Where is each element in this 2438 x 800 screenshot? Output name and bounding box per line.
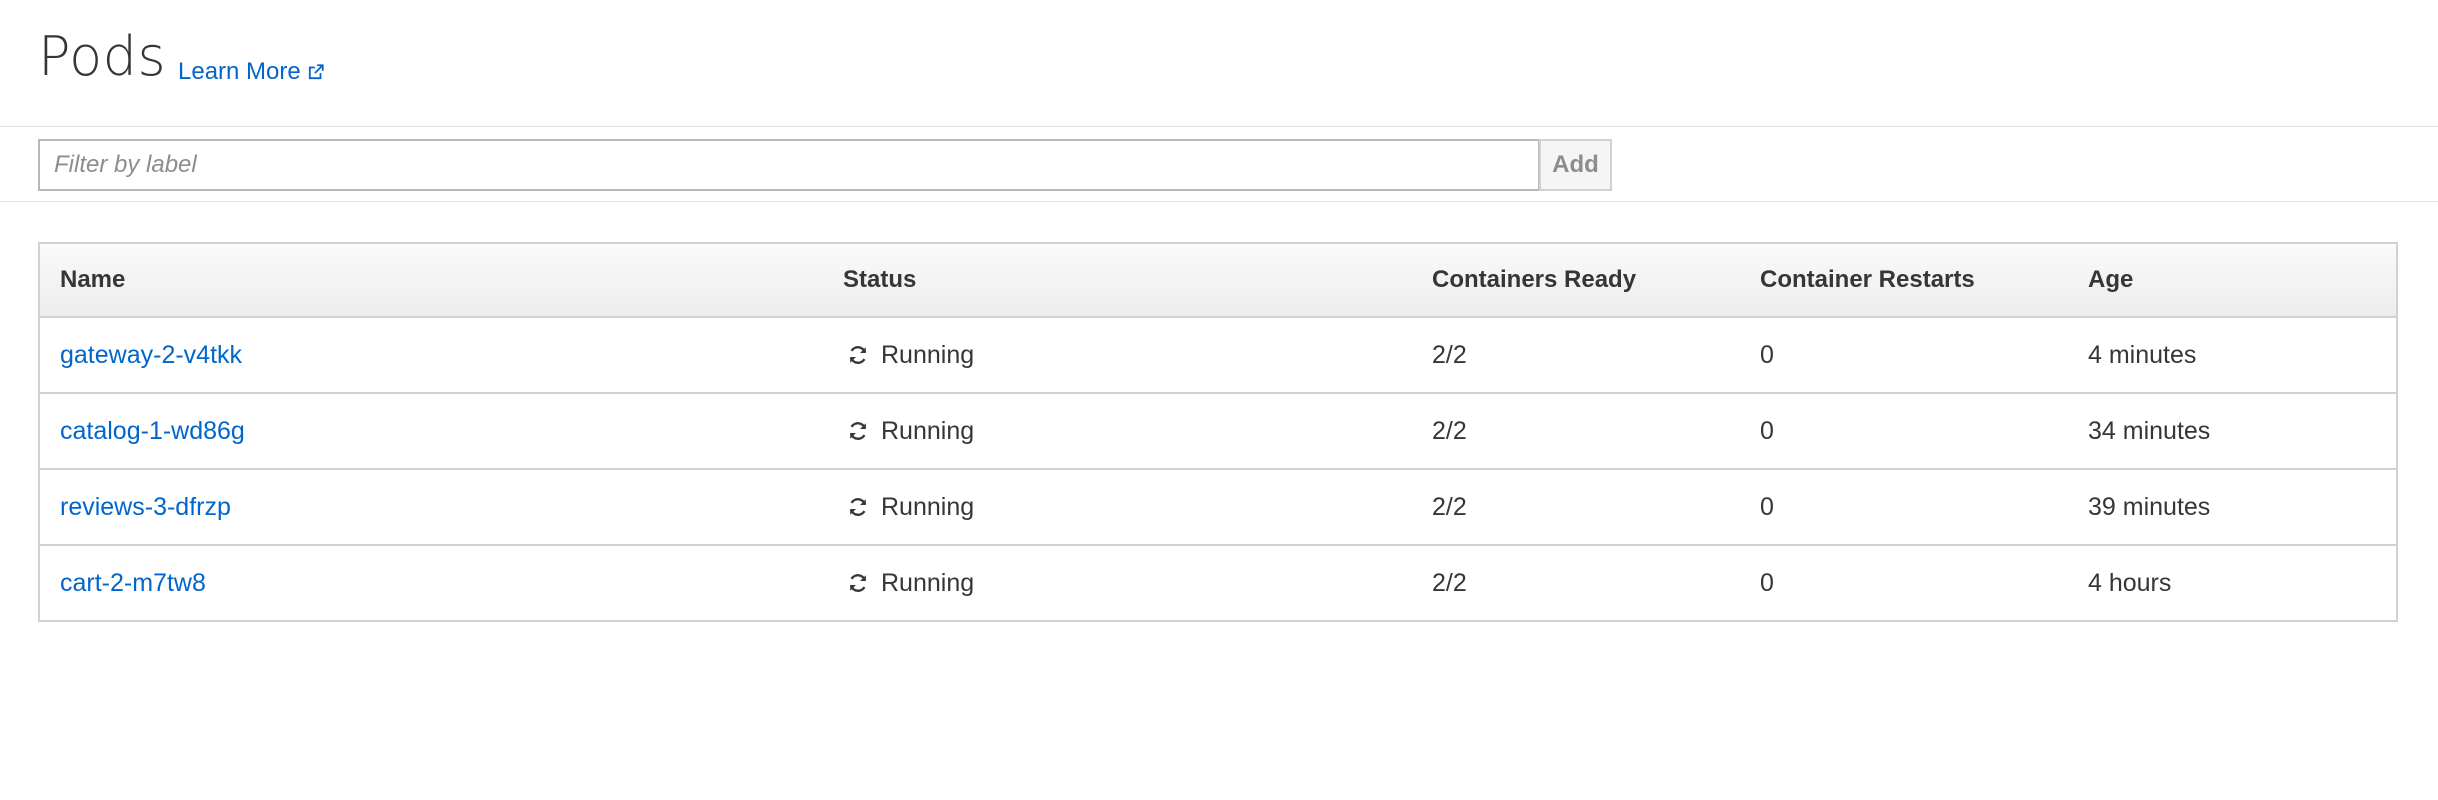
pod-name-link[interactable]: cart-2-m7tw8 (60, 569, 206, 597)
containers-ready-cell: 2/2 (1412, 469, 1740, 546)
container-restarts-cell: 0 (1740, 393, 2068, 470)
page-header: Pods Learn More (0, 0, 2438, 127)
pod-status-label: Running (881, 492, 975, 521)
column-header-containers-ready[interactable]: Containers Ready (1412, 243, 1740, 318)
container-restarts-cell: 0 (1740, 469, 2068, 546)
pod-name-cell: gateway-2-v4tkk (39, 317, 823, 394)
pod-name-cell: reviews-3-dfrzp (39, 469, 823, 546)
pod-age-cell: 4 minutes (2068, 317, 2397, 394)
pod-name-cell: catalog-1-wd86g (39, 393, 823, 470)
pod-status-cell: Running (823, 545, 1412, 621)
pod-name-cell: cart-2-m7tw8 (39, 545, 823, 621)
learn-more-link[interactable]: Learn More (178, 58, 325, 86)
pod-status-label: Running (881, 416, 975, 445)
filter-toolbar: Add (0, 127, 2438, 202)
table-header-row: Name Status Containers Ready Container R… (39, 243, 2397, 318)
table-row: catalog-1-wd86g Running 2/2 0 34 minutes (39, 393, 2397, 470)
refresh-icon (849, 574, 867, 592)
refresh-icon (849, 346, 867, 364)
add-filter-button[interactable]: Add (1539, 139, 1612, 191)
container-restarts-cell: 0 (1740, 317, 2068, 394)
table-row: gateway-2-v4tkk Running 2/2 0 4 minutes (39, 317, 2397, 394)
refresh-icon (849, 498, 867, 516)
pod-status-cell: Running (823, 317, 1412, 394)
pod-name-link[interactable]: catalog-1-wd86g (60, 417, 245, 445)
column-header-container-restarts[interactable]: Container Restarts (1740, 243, 2068, 318)
pod-status-cell: Running (823, 393, 1412, 470)
table-row: reviews-3-dfrzp Running 2/2 0 39 minutes (39, 469, 2397, 546)
pod-status-label: Running (881, 568, 975, 597)
column-header-status[interactable]: Status (823, 243, 1412, 318)
refresh-icon (849, 422, 867, 440)
table-row: cart-2-m7tw8 Running 2/2 0 4 hours (39, 545, 2397, 621)
pod-age-cell: 4 hours (2088, 568, 2172, 597)
pod-age-cell: 39 minutes (2068, 469, 2397, 546)
container-restarts-cell: 0 (1760, 568, 1774, 597)
page-title: Pods (38, 25, 167, 88)
learn-more-label: Learn More (178, 58, 301, 85)
pod-status-cell: Running (823, 469, 1412, 546)
pod-name-link[interactable]: gateway-2-v4tkk (60, 341, 242, 369)
filter-by-label-input[interactable] (38, 139, 1540, 191)
pod-age-cell: 34 minutes (2068, 393, 2397, 470)
containers-ready-cell: 2/2 (1412, 317, 1740, 394)
external-link-icon (308, 64, 324, 80)
pods-table: Name Status Containers Ready Container R… (38, 242, 2398, 622)
column-header-name[interactable]: Name (39, 243, 823, 318)
containers-ready-cell: 2/2 (1432, 568, 1467, 597)
column-header-age[interactable]: Age (2068, 243, 2397, 318)
containers-ready-cell: 2/2 (1412, 393, 1740, 470)
pod-status-label: Running (881, 340, 975, 369)
pod-name-link[interactable]: reviews-3-dfrzp (60, 493, 231, 521)
